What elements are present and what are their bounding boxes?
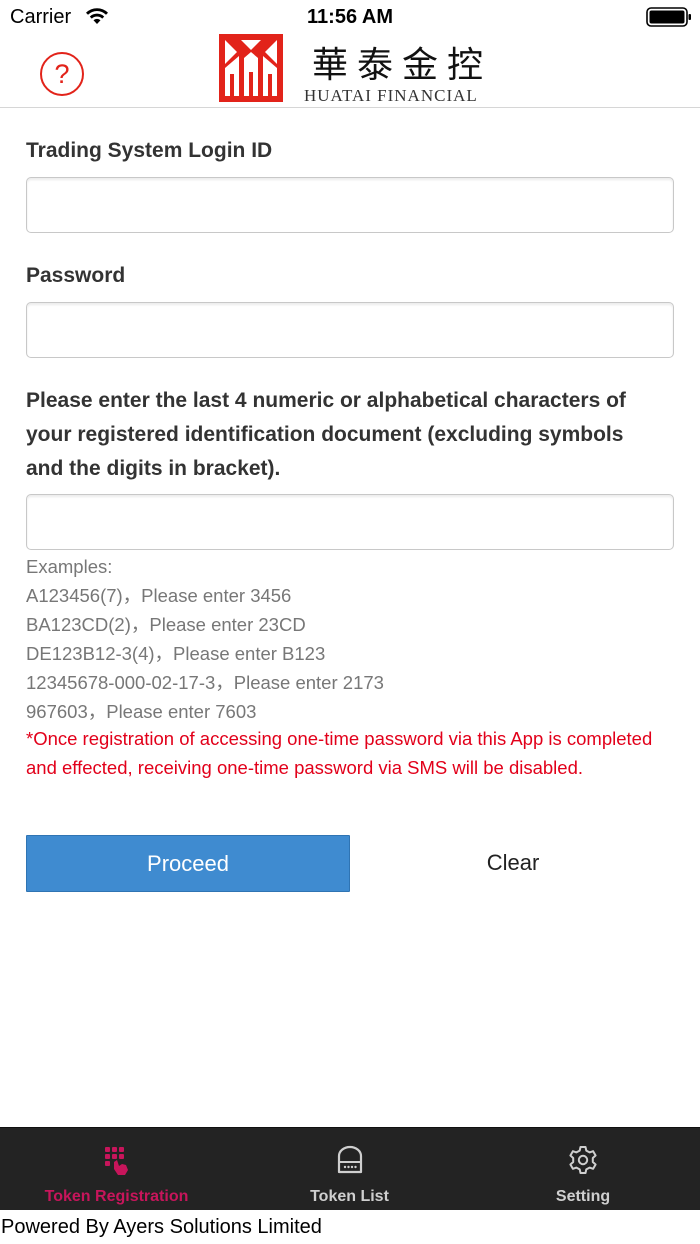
powered-by-footer: Powered By Ayers Solutions Limited — [0, 1211, 700, 1244]
id-document-label: Please enter the last 4 numeric or alpha… — [26, 389, 626, 480]
sms-disabled-warning: *Once registration of accessing one-time… — [26, 728, 653, 778]
token-device-icon — [337, 1145, 362, 1174]
examples-block: Examples: A123456(7)，Please enter 3456 B… — [26, 552, 686, 726]
password-label: Password — [26, 264, 126, 287]
login-id-input[interactable] — [26, 177, 674, 233]
tab-bar: Token Registration Token List Setting — [0, 1127, 700, 1210]
status-bar: Carrier 11:56 AM — [0, 0, 700, 34]
tab-token-list[interactable]: Token List — [233, 1128, 466, 1211]
tab-setting[interactable]: Setting — [466, 1128, 700, 1211]
logo-chinese-name: 華泰金控 — [312, 45, 493, 86]
examples-title: Examples: — [26, 556, 113, 577]
login-id-label: Trading System Login ID — [26, 139, 273, 162]
example-line: A123456(7)，Please enter 3456 — [26, 585, 292, 606]
logo-english-name: HUATAI FINANCIAL — [304, 86, 478, 105]
help-button[interactable]: ? — [40, 52, 84, 96]
clock: 11:56 AM — [307, 6, 393, 28]
proceed-button[interactable]: Proceed — [26, 835, 350, 892]
example-line: BA123CD(2)，Please enter 23CD — [26, 614, 306, 635]
tab-token-registration[interactable]: Token Registration — [0, 1128, 233, 1211]
gear-icon — [569, 1146, 597, 1174]
password-input[interactable] — [26, 302, 674, 358]
app-header: ? 華泰金控 HUATAI FINANCIAL — [0, 34, 700, 108]
tab-label: Token List — [310, 1188, 389, 1205]
huatai-logo-icon — [219, 34, 283, 102]
example-line: 967603，Please enter 7603 — [26, 701, 257, 722]
clear-button[interactable]: Clear — [352, 835, 674, 892]
tab-label: Setting — [555, 1188, 611, 1205]
keypad-hand-icon — [104, 1147, 128, 1175]
id-document-input[interactable] — [26, 494, 674, 550]
example-line: 12345678-000-02-17-3，Please enter 2173 — [26, 672, 384, 693]
battery-icon — [646, 7, 691, 27]
question-mark-icon: ? — [54, 59, 70, 89]
example-line: DE123B12-3(4)，Please enter B123 — [26, 643, 326, 664]
tab-label: Token Registration — [44, 1188, 189, 1205]
